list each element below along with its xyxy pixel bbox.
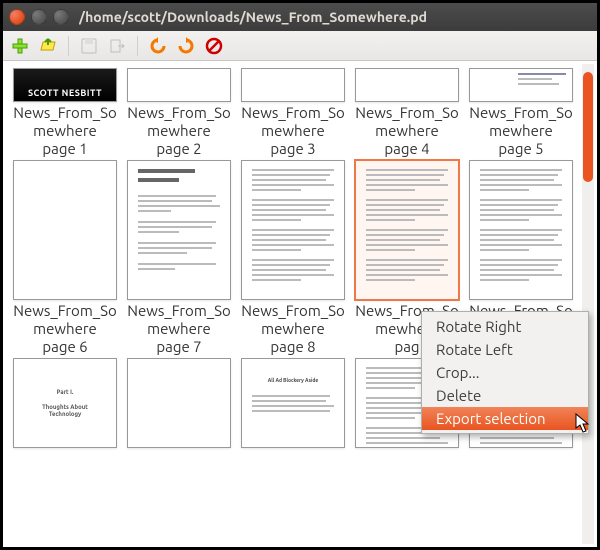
separator bbox=[68, 36, 69, 56]
page-thumbnail-image[interactable] bbox=[355, 160, 459, 300]
page-thumbnail-image[interactable] bbox=[127, 358, 231, 448]
page-thumbnail[interactable]: News_From_Somewherepage 8 bbox=[238, 160, 348, 356]
page-thumbnail[interactable]: News_From_Somewherepage 7 bbox=[124, 160, 234, 356]
separator bbox=[137, 36, 138, 56]
page-thumbnail-image[interactable] bbox=[127, 160, 231, 300]
window-title: /home/scott/Downloads/News_From_Somewher… bbox=[79, 9, 427, 25]
page-thumbnail[interactable]: News_From_Somewherepage 2 bbox=[124, 68, 234, 158]
window-maximize-button[interactable] bbox=[53, 9, 69, 25]
thumbnail-viewport[interactable]: SCOTT NESBITTNews_From_Somewherepage 1Ne… bbox=[6, 64, 594, 544]
save-button[interactable] bbox=[78, 35, 100, 57]
page-thumbnail-image[interactable] bbox=[469, 160, 573, 300]
page-thumbnail[interactable]: News_From_Somewherepage 5 bbox=[466, 68, 576, 158]
page-label: News_From_Somewherepage 8 bbox=[239, 300, 347, 356]
page-thumbnail[interactable]: News_From_Somewherepage 6 bbox=[10, 160, 120, 356]
context-menu-item[interactable]: Rotate Left bbox=[422, 338, 588, 361]
page-thumbnail-image[interactable] bbox=[355, 68, 459, 102]
vertical-scrollbar[interactable] bbox=[582, 64, 594, 544]
toolbar bbox=[3, 31, 597, 61]
page-thumbnail[interactable]: News_From_Somewherepage 4 bbox=[352, 68, 462, 158]
window-minimize-button[interactable] bbox=[31, 9, 47, 25]
page-thumbnail-image[interactable]: Part I. Thoughts About Technology bbox=[13, 358, 117, 448]
page-thumbnail[interactable]: Part I. Thoughts About Technology bbox=[10, 358, 120, 448]
rotate-right-button[interactable] bbox=[175, 35, 197, 57]
context-menu: Rotate RightRotate LeftCrop...DeleteExpo… bbox=[421, 311, 589, 434]
page-label: News_From_Somewherepage 4 bbox=[353, 102, 461, 158]
page-label: News_From_Somewherepage 6 bbox=[11, 300, 119, 356]
open-button[interactable] bbox=[37, 35, 59, 57]
page-thumbnail-image[interactable] bbox=[241, 160, 345, 300]
page-thumbnail[interactable]: News_From_Somewherepage 3 bbox=[238, 68, 348, 158]
cover-author: SCOTT NESBITT bbox=[14, 88, 116, 98]
page-thumbnail-image[interactable] bbox=[241, 68, 345, 102]
context-menu-item[interactable]: Export selection bbox=[422, 407, 588, 430]
context-menu-item[interactable]: Rotate Right bbox=[422, 315, 588, 338]
titlebar: /home/scott/Downloads/News_From_Somewher… bbox=[3, 3, 597, 31]
scrollbar-thumb[interactable] bbox=[583, 72, 593, 182]
page-thumbnail-image[interactable] bbox=[127, 68, 231, 102]
export-button[interactable] bbox=[106, 35, 128, 57]
delete-button[interactable] bbox=[203, 35, 225, 57]
part-title: Thoughts About Technology bbox=[35, 404, 95, 418]
page-label: News_From_Somewherepage 5 bbox=[467, 102, 575, 158]
part-number: Part I. bbox=[57, 389, 74, 396]
page-thumbnail[interactable] bbox=[124, 358, 234, 448]
page-label: News_From_Somewherepage 1 bbox=[11, 102, 119, 158]
page-label: News_From_Somewherepage 2 bbox=[125, 102, 233, 158]
rotate-left-button[interactable] bbox=[147, 35, 169, 57]
context-menu-item[interactable]: Delete bbox=[422, 384, 588, 407]
page-thumbnail[interactable]: All Ad Blockery Aside bbox=[238, 358, 348, 448]
context-menu-item[interactable]: Crop... bbox=[422, 361, 588, 384]
page-label: News_From_Somewherepage 7 bbox=[125, 300, 233, 356]
page-thumbnail-image[interactable] bbox=[469, 68, 573, 102]
page-label: News_From_Somewherepage 3 bbox=[239, 102, 347, 158]
window-close-button[interactable] bbox=[9, 9, 25, 25]
page-thumbnail[interactable]: SCOTT NESBITT News_From_Somewherepage 1 bbox=[10, 68, 120, 158]
add-button[interactable] bbox=[9, 35, 31, 57]
page-thumbnail-image[interactable]: All Ad Blockery Aside bbox=[241, 358, 345, 448]
page-thumbnail-image[interactable]: SCOTT NESBITT bbox=[13, 68, 117, 102]
page-thumbnail-image[interactable] bbox=[13, 160, 117, 300]
